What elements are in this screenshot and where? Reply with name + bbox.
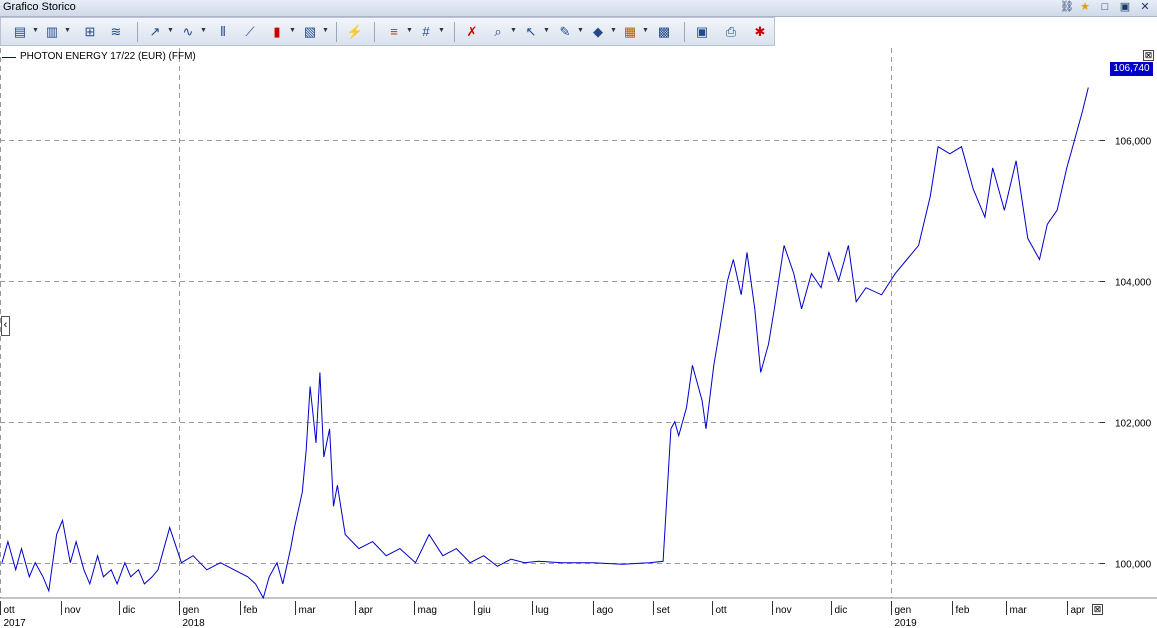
y-tick-label: 100,000	[1115, 560, 1152, 571]
drawing-icon[interactable]: ⟋	[241, 23, 259, 41]
colors-icon[interactable]: ▧	[301, 23, 319, 41]
star-icon[interactable]: ★	[1078, 1, 1092, 14]
overlay-icon[interactable]: ≋	[107, 23, 125, 41]
x-axis: ott 2017 nov dic gen 2018 feb mar apr mag giu lug ag…	[0, 597, 1157, 628]
close-icon[interactable]: ⊠	[1092, 604, 1103, 615]
pen-icon[interactable]: ✎	[556, 23, 574, 41]
restore-button[interactable]: ▣	[1118, 1, 1132, 14]
x-tick-label: set	[657, 605, 671, 616]
compare-icon[interactable]: ⊞	[81, 23, 99, 41]
studies-icon[interactable]: ∿	[179, 23, 197, 41]
x-tick-label: nov	[65, 605, 81, 616]
x-tick-label: ago	[597, 605, 614, 616]
window-title: Grafico Storico	[3, 1, 76, 13]
x-year-label: 2017	[4, 618, 27, 628]
zoom-icon[interactable]: ⌕	[489, 23, 507, 41]
x-tick-label: mar	[1010, 605, 1028, 616]
separator	[684, 22, 685, 42]
chevron-down-icon[interactable]: ▼	[642, 27, 649, 35]
separator	[454, 22, 455, 42]
title-bar: Grafico Storico ⛓ ★ □ ▣ ✕	[0, 0, 1157, 17]
x-tick-label: apr	[1071, 605, 1086, 616]
chevron-down-icon[interactable]: ▼	[289, 27, 296, 35]
x-tick-label: giu	[478, 605, 491, 616]
x-year-label: 2018	[183, 618, 206, 628]
chevron-down-icon[interactable]: ▼	[543, 27, 550, 35]
link-icon[interactable]: ⛓	[1060, 1, 1074, 14]
line-style-icon[interactable]: ≡	[385, 23, 403, 41]
delete-icon[interactable]: ✗	[463, 23, 481, 41]
separator	[336, 22, 337, 42]
export-icon[interactable]: ▩	[655, 23, 673, 41]
legend-swatch	[2, 57, 16, 58]
price-chart[interactable]: 100,000 102,000 104,000 106,000 ott 2017 nov d…	[0, 48, 1157, 628]
fill-icon[interactable]: ◆	[589, 23, 607, 41]
y-tick-label: 106,000	[1115, 137, 1152, 148]
trendline-icon[interactable]: ↗	[146, 23, 164, 41]
chevron-down-icon[interactable]: ▼	[64, 27, 71, 35]
chevron-down-icon[interactable]: ▼	[406, 27, 413, 35]
chevron-down-icon[interactable]: ▼	[610, 27, 617, 35]
x-tick-label: ott	[716, 605, 727, 616]
legend-series-label: PHOTON ENERGY 17/22 (EUR) (FFM)	[20, 51, 196, 62]
notes-icon[interactable]: ▦	[621, 23, 639, 41]
chevron-down-icon[interactable]: ▼	[322, 27, 329, 35]
chevron-down-icon[interactable]: ▼	[438, 27, 445, 35]
x-tick-label: gen	[183, 605, 200, 616]
chevron-down-icon[interactable]: ▼	[200, 27, 207, 35]
last-price-badge: 106,740	[1110, 62, 1153, 76]
y-tick-label: 104,000	[1115, 278, 1152, 289]
x-tick-label: dic	[123, 605, 136, 616]
chevron-down-icon[interactable]: ▼	[577, 27, 584, 35]
x-tick-label: gen	[895, 605, 912, 616]
maximize-button[interactable]: □	[1098, 1, 1112, 14]
separator	[137, 22, 138, 42]
close-chart-button[interactable]: ⊠	[1143, 50, 1154, 61]
x-tick-label: feb	[956, 605, 970, 616]
chart-toolbar: ▤ ▼ ▥ ▼ ⊞ ≋ ↗ ▼ ∿ ▼ ⫴ ⟋ ▮ ▼ ▧ ▼ ⚡ ≡ ▼ # ▼ ✗ ⌕ ▼ ↖…	[0, 17, 775, 46]
x-tick-label: mar	[299, 605, 317, 616]
clipboard-icon[interactable]: ▣	[693, 23, 711, 41]
properties-icon[interactable]: ✱	[751, 23, 769, 41]
bars-icon[interactable]: ⫴	[214, 23, 232, 41]
cursor-icon[interactable]: ↖	[522, 23, 540, 41]
separator	[374, 22, 375, 42]
y-tick-label: 102,000	[1115, 419, 1152, 430]
x-tick-label: dic	[835, 605, 848, 616]
x-tick-label: lug	[536, 605, 549, 616]
x-tick-label: ott	[4, 605, 15, 616]
chevron-down-icon[interactable]: ▼	[167, 27, 174, 35]
x-tick-label: feb	[244, 605, 258, 616]
chevron-down-icon[interactable]: ▼	[32, 27, 39, 35]
x-tick-label: nov	[776, 605, 792, 616]
indicators-icon[interactable]: ▥	[43, 23, 61, 41]
y-axis: 100,000 102,000 104,000 106,000	[1100, 137, 1152, 571]
price-line	[1, 87, 1089, 600]
x-year-label: 2019	[895, 618, 918, 628]
print-icon[interactable]: ⎙	[722, 23, 740, 41]
chevron-left-icon[interactable]: ‹	[1, 316, 10, 336]
chevron-down-icon[interactable]: ▼	[510, 27, 517, 35]
x-tick-label: apr	[359, 605, 374, 616]
auto-scale-icon[interactable]: ⚡	[346, 23, 364, 41]
close-button[interactable]: ✕	[1138, 1, 1152, 14]
chart-grid	[0, 48, 1100, 598]
x-tick-label: mag	[418, 605, 437, 616]
chart-type-icon[interactable]: ▤	[11, 23, 29, 41]
candles-icon[interactable]: ▮	[268, 23, 286, 41]
grid-icon[interactable]: #	[417, 23, 435, 41]
